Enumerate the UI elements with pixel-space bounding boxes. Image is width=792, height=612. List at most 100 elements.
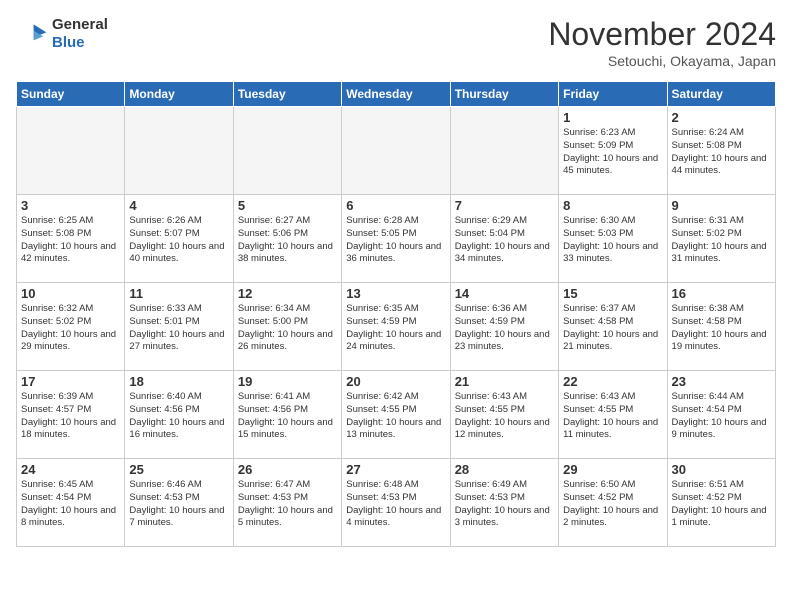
day-info: Sunrise: 6:23 AMSunset: 5:09 PMDaylight:… bbox=[563, 127, 662, 178]
day-cell: 2 Sunrise: 6:24 AMSunset: 5:08 PMDaylight… bbox=[667, 107, 775, 195]
day-info: Sunrise: 6:39 AMSunset: 4:57 PMDaylight:… bbox=[21, 391, 120, 442]
day-cell bbox=[125, 107, 233, 195]
weekday-header-wednesday: Wednesday bbox=[342, 82, 450, 107]
day-cell: 30 Sunrise: 6:51 AMSunset: 4:52 PMDayligh… bbox=[667, 459, 775, 547]
week-row-2: 3Sunrise: 6:25 AMSunset: 5:08 PMDaylight… bbox=[17, 195, 776, 283]
day-info: Sunrise: 6:49 AMSunset: 4:53 PMDaylight:… bbox=[455, 479, 554, 530]
day-cell bbox=[342, 107, 450, 195]
day-cell: 21Sunrise: 6:43 AMSunset: 4:55 PMDayligh… bbox=[450, 371, 558, 459]
day-cell bbox=[450, 107, 558, 195]
day-info: Sunrise: 6:40 AMSunset: 4:56 PMDaylight:… bbox=[129, 391, 228, 442]
day-cell: 18 Sunrise: 6:40 AMSunset: 4:56 PMDayligh… bbox=[125, 371, 233, 459]
day-info: Sunrise: 6:36 AMSunset: 4:59 PMDaylight:… bbox=[455, 303, 554, 354]
day-cell: 24 Sunrise: 6:45 AMSunset: 4:54 PMDayligh… bbox=[17, 459, 125, 547]
day-number: 26 bbox=[238, 462, 337, 477]
calendar-table: SundayMondayTuesdayWednesdayThursdayFrid… bbox=[16, 81, 776, 547]
day-number: 4 bbox=[129, 198, 228, 213]
day-number: 25 bbox=[129, 462, 228, 477]
day-cell: 16 Sunrise: 6:38 AMSunset: 4:58 PMDayligh… bbox=[667, 283, 775, 371]
day-cell: 1 Sunrise: 6:23 AMSunset: 5:09 PMDaylight… bbox=[559, 107, 667, 195]
day-info: Sunrise: 6:29 AMSunset: 5:04 PMDaylight:… bbox=[455, 215, 554, 266]
logo-text: General Blue bbox=[52, 16, 108, 52]
weekday-header-thursday: Thursday bbox=[450, 82, 558, 107]
week-row-3: 10 Sunrise: 6:32 AMSunset: 5:02 PMDayligh… bbox=[17, 283, 776, 371]
day-number: 3 bbox=[21, 198, 120, 213]
day-info: Sunrise: 6:47 AMSunset: 4:53 PMDaylight:… bbox=[238, 479, 337, 530]
day-info: Sunrise: 6:37 AMSunset: 4:58 PMDaylight:… bbox=[563, 303, 662, 354]
day-info: Sunrise: 6:42 AMSunset: 4:55 PMDaylight:… bbox=[346, 391, 445, 442]
day-number: 30 bbox=[672, 462, 771, 477]
day-number: 20 bbox=[346, 374, 445, 389]
day-info: Sunrise: 6:28 AMSunset: 5:05 PMDaylight:… bbox=[346, 215, 445, 266]
day-info: Sunrise: 6:44 AMSunset: 4:54 PMDaylight:… bbox=[672, 391, 771, 442]
day-cell: 19 Sunrise: 6:41 AMSunset: 4:56 PMDayligh… bbox=[233, 371, 341, 459]
day-cell: 3Sunrise: 6:25 AMSunset: 5:08 PMDaylight… bbox=[17, 195, 125, 283]
day-info: Sunrise: 6:41 AMSunset: 4:56 PMDaylight:… bbox=[238, 391, 337, 442]
weekday-header-monday: Monday bbox=[125, 82, 233, 107]
day-number: 11 bbox=[129, 286, 228, 301]
day-cell: 29 Sunrise: 6:50 AMSunset: 4:52 PMDayligh… bbox=[559, 459, 667, 547]
day-cell: 10 Sunrise: 6:32 AMSunset: 5:02 PMDayligh… bbox=[17, 283, 125, 371]
week-row-5: 24 Sunrise: 6:45 AMSunset: 4:54 PMDayligh… bbox=[17, 459, 776, 547]
week-row-4: 17 Sunrise: 6:39 AMSunset: 4:57 PMDayligh… bbox=[17, 371, 776, 459]
day-cell: 25 Sunrise: 6:46 AMSunset: 4:53 PMDayligh… bbox=[125, 459, 233, 547]
logo-general-text: General bbox=[52, 16, 108, 34]
day-info: Sunrise: 6:27 AMSunset: 5:06 PMDaylight:… bbox=[238, 215, 337, 266]
day-number: 18 bbox=[129, 374, 228, 389]
day-cell: 12 Sunrise: 6:34 AMSunset: 5:00 PMDayligh… bbox=[233, 283, 341, 371]
logo-icon bbox=[16, 18, 48, 50]
weekday-header-saturday: Saturday bbox=[667, 82, 775, 107]
day-cell: 28Sunrise: 6:49 AMSunset: 4:53 PMDayligh… bbox=[450, 459, 558, 547]
day-number: 14 bbox=[455, 286, 554, 301]
day-info: Sunrise: 6:34 AMSunset: 5:00 PMDaylight:… bbox=[238, 303, 337, 354]
day-number: 12 bbox=[238, 286, 337, 301]
day-number: 5 bbox=[238, 198, 337, 213]
day-number: 10 bbox=[21, 286, 120, 301]
day-cell: 15 Sunrise: 6:37 AMSunset: 4:58 PMDayligh… bbox=[559, 283, 667, 371]
day-number: 29 bbox=[563, 462, 662, 477]
day-info: Sunrise: 6:33 AMSunset: 5:01 PMDaylight:… bbox=[129, 303, 228, 354]
day-info: Sunrise: 6:32 AMSunset: 5:02 PMDaylight:… bbox=[21, 303, 120, 354]
day-number: 8 bbox=[563, 198, 662, 213]
month-year-title: November 2024 bbox=[548, 16, 776, 53]
day-cell: 14 Sunrise: 6:36 AMSunset: 4:59 PMDayligh… bbox=[450, 283, 558, 371]
day-cell: 27Sunrise: 6:48 AMSunset: 4:53 PMDayligh… bbox=[342, 459, 450, 547]
page-header: General Blue November 2024 Setouchi, Oka… bbox=[16, 16, 776, 69]
location-subtitle: Setouchi, Okayama, Japan bbox=[548, 53, 776, 69]
day-cell: 5 Sunrise: 6:27 AMSunset: 5:06 PMDaylight… bbox=[233, 195, 341, 283]
day-cell: 22Sunrise: 6:43 AMSunset: 4:55 PMDayligh… bbox=[559, 371, 667, 459]
day-cell: 26 Sunrise: 6:47 AMSunset: 4:53 PMDayligh… bbox=[233, 459, 341, 547]
day-cell bbox=[233, 107, 341, 195]
day-info: Sunrise: 6:31 AMSunset: 5:02 PMDaylight:… bbox=[672, 215, 771, 266]
day-cell: 20 Sunrise: 6:42 AMSunset: 4:55 PMDayligh… bbox=[342, 371, 450, 459]
day-info: Sunrise: 6:35 AMSunset: 4:59 PMDaylight:… bbox=[346, 303, 445, 354]
day-number: 16 bbox=[672, 286, 771, 301]
day-cell bbox=[17, 107, 125, 195]
day-info: Sunrise: 6:24 AMSunset: 5:08 PMDaylight:… bbox=[672, 127, 771, 178]
day-number: 17 bbox=[21, 374, 120, 389]
logo: General Blue bbox=[16, 16, 108, 52]
day-number: 7 bbox=[455, 198, 554, 213]
day-info: Sunrise: 6:26 AMSunset: 5:07 PMDaylight:… bbox=[129, 215, 228, 266]
day-number: 23 bbox=[672, 374, 771, 389]
day-number: 1 bbox=[563, 110, 662, 125]
day-info: Sunrise: 6:51 AMSunset: 4:52 PMDaylight:… bbox=[672, 479, 771, 530]
day-number: 6 bbox=[346, 198, 445, 213]
title-section: November 2024 Setouchi, Okayama, Japan bbox=[548, 16, 776, 69]
day-cell: 7 Sunrise: 6:29 AMSunset: 5:04 PMDaylight… bbox=[450, 195, 558, 283]
day-number: 15 bbox=[563, 286, 662, 301]
day-cell: 11 Sunrise: 6:33 AMSunset: 5:01 PMDayligh… bbox=[125, 283, 233, 371]
day-cell: 8Sunrise: 6:30 AMSunset: 5:03 PMDaylight… bbox=[559, 195, 667, 283]
day-number: 2 bbox=[672, 110, 771, 125]
day-cell: 17 Sunrise: 6:39 AMSunset: 4:57 PMDayligh… bbox=[17, 371, 125, 459]
day-cell: 13Sunrise: 6:35 AMSunset: 4:59 PMDayligh… bbox=[342, 283, 450, 371]
day-info: Sunrise: 6:45 AMSunset: 4:54 PMDaylight:… bbox=[21, 479, 120, 530]
day-number: 24 bbox=[21, 462, 120, 477]
day-number: 19 bbox=[238, 374, 337, 389]
day-info: Sunrise: 6:50 AMSunset: 4:52 PMDaylight:… bbox=[563, 479, 662, 530]
day-number: 9 bbox=[672, 198, 771, 213]
day-info: Sunrise: 6:46 AMSunset: 4:53 PMDaylight:… bbox=[129, 479, 228, 530]
day-info: Sunrise: 6:38 AMSunset: 4:58 PMDaylight:… bbox=[672, 303, 771, 354]
day-number: 22 bbox=[563, 374, 662, 389]
weekday-header-sunday: Sunday bbox=[17, 82, 125, 107]
